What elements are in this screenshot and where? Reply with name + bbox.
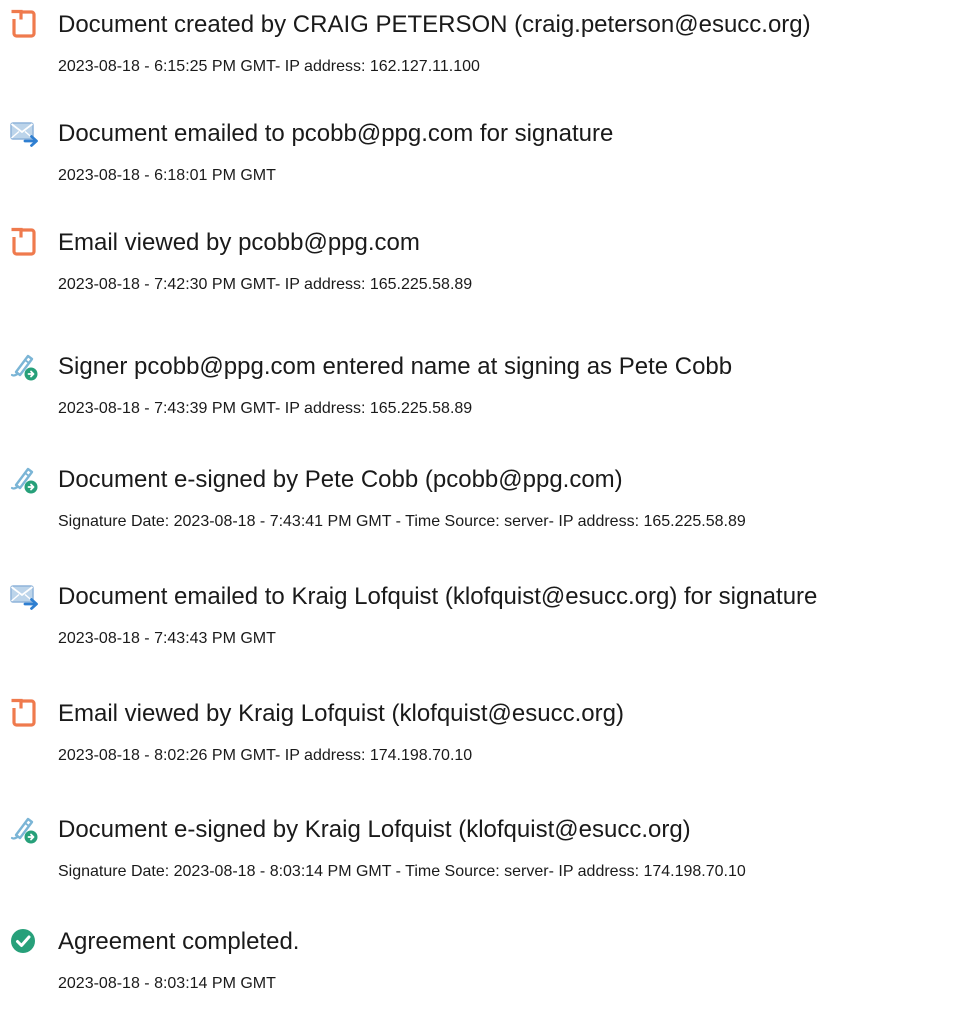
event-title: Email viewed by Kraig Lofquist (klofquis… — [58, 700, 624, 727]
event-detail: 2023-08-18 - 7:43:43 PM GMT — [58, 630, 276, 647]
event-detail: Signature Date: 2023-08-18 - 8:03:14 PM … — [58, 863, 746, 880]
history-event: Document created by CRAIG PETERSON (crai… — [0, 0, 977, 100]
document-icon — [8, 226, 40, 258]
history-event: Document e-signed by Pete Cobb (pcobb@pp… — [0, 455, 977, 555]
history-event: Email viewed by Kraig Lofquist (klofquis… — [0, 689, 977, 789]
history-event: Document e-signed by Kraig Lofquist (klo… — [0, 805, 977, 905]
event-detail: 2023-08-18 - 6:18:01 PM GMT — [58, 167, 276, 184]
event-title: Document e-signed by Kraig Lofquist (klo… — [58, 816, 691, 843]
event-title: Document emailed to pcobb@ppg.com for si… — [58, 120, 614, 147]
signature-pen-icon — [8, 463, 40, 495]
event-detail: Signature Date: 2023-08-18 - 7:43:41 PM … — [58, 513, 746, 530]
event-title: Document created by CRAIG PETERSON (crai… — [58, 11, 811, 38]
event-detail: 2023-08-18 - 8:03:14 PM GMT — [58, 975, 276, 992]
event-title: Signer pcobb@ppg.com entered name at sig… — [58, 353, 733, 380]
history-event: Signer pcobb@ppg.com entered name at sig… — [0, 342, 977, 442]
check-circle-icon — [8, 925, 40, 957]
event-detail: 2023-08-18 - 6:15:25 PM GMT- IP address:… — [58, 58, 480, 75]
history-event: Agreement completed. 2023-08-18 - 8:03:1… — [0, 917, 977, 1017]
signature-pen-icon — [8, 813, 40, 845]
event-detail: 2023-08-18 - 7:42:30 PM GMT- IP address:… — [58, 276, 473, 293]
event-detail: 2023-08-18 - 7:43:39 PM GMT- IP address:… — [58, 400, 473, 417]
history-event: Document emailed to pcobb@ppg.com for si… — [0, 109, 977, 209]
history-event: Document emailed to Kraig Lofquist (klof… — [0, 572, 977, 672]
document-icon — [8, 8, 40, 40]
event-title: Document e-signed by Pete Cobb (pcobb@pp… — [58, 466, 623, 493]
event-title: Document emailed to Kraig Lofquist (klof… — [58, 583, 818, 610]
event-title: Email viewed by pcobb@ppg.com — [58, 229, 420, 256]
email-icon — [8, 580, 40, 612]
history-event: Email viewed by pcobb@ppg.com 2023-08-18… — [0, 218, 977, 318]
event-detail: 2023-08-18 - 8:02:26 PM GMT- IP address:… — [58, 747, 473, 764]
email-icon — [8, 117, 40, 149]
event-title: Agreement completed. — [58, 928, 300, 955]
signature-pen-icon — [8, 350, 40, 382]
document-icon — [8, 697, 40, 729]
